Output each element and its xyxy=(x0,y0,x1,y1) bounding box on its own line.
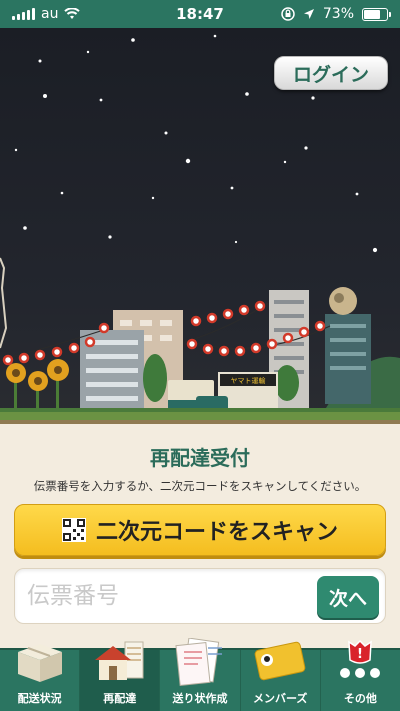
location-arrow-icon xyxy=(303,9,314,19)
document-icon xyxy=(175,638,222,686)
tab-label: 送り状作成 xyxy=(172,692,228,705)
tab-more[interactable]: ! その他 xyxy=(321,639,400,711)
status-right: 73% xyxy=(281,6,391,22)
sunflowers xyxy=(6,359,69,408)
scan-qr-label: 二次元コードをスキャン xyxy=(95,520,338,545)
notification-badge-icon: ! xyxy=(348,639,373,664)
house-icon xyxy=(94,641,144,680)
page-title: 再配達受付 xyxy=(150,446,250,470)
rotation-lock-icon xyxy=(281,7,295,21)
tab-members[interactable]: メンバーズ xyxy=(241,641,321,711)
bottom-tab-bar: 配送状況 再配達 送り状作成 メンバーズ ! その他 xyxy=(0,638,400,711)
instructions-text: 伝票番号を入力するか、二次元コードをスキャンしてください。 xyxy=(33,479,367,493)
next-button[interactable]: 次へ xyxy=(317,576,379,618)
header-illustration: ヤマト運輸 ログイン xyxy=(0,28,400,420)
battery-fill xyxy=(364,9,381,19)
member-card-icon xyxy=(254,641,306,681)
package-box-icon xyxy=(17,644,62,682)
battery-icon xyxy=(362,7,391,21)
tracking-number-field: 次へ xyxy=(14,568,386,624)
tab-delivery-status[interactable]: 配送状況 xyxy=(0,644,81,711)
tab-label: 配送状況 xyxy=(17,692,62,705)
tab-label: メンバーズ xyxy=(252,692,308,705)
shop-sign: ヤマト運輸 xyxy=(231,376,266,385)
svg-text:!: ! xyxy=(357,647,363,662)
tracking-number-input[interactable] xyxy=(27,579,307,613)
tab-redelivery[interactable]: 再配達 xyxy=(80,641,161,711)
redelivery-panel: 再配達受付 伝票番号を入力するか、二次元コードをスキャンしてください。 二次元コ… xyxy=(0,420,400,648)
tab-label: 再配達 xyxy=(103,692,137,705)
tab-create-waybill[interactable]: 送り状作成 xyxy=(160,638,241,711)
battery-percent: 73% xyxy=(322,6,354,22)
status-bar: au 18:47 73% xyxy=(0,0,400,28)
login-button[interactable]: ログイン xyxy=(274,56,388,90)
more-dots-icon xyxy=(340,668,381,678)
scan-qr-button[interactable]: 二次元コードをスキャン xyxy=(14,504,386,556)
qr-code-icon xyxy=(61,518,86,542)
tab-label: その他 xyxy=(343,692,377,705)
